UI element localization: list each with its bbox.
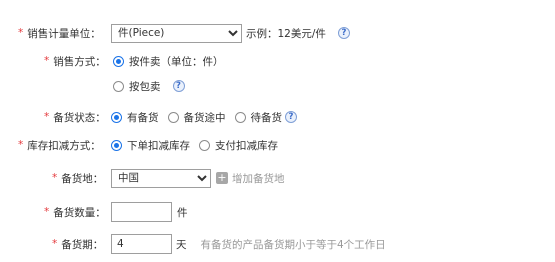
stock-quantity-label-wrap: * 备货数量：	[44, 201, 106, 223]
stock-period-controls: 天 有备货的产品备货期小于等于4个工作日	[111, 233, 386, 255]
stock-quantity-input[interactable]	[111, 202, 172, 222]
stock-status-label: 备货状态：	[53, 111, 106, 124]
inventory-deduction-option-order[interactable]: 下单扣减库存	[111, 138, 190, 153]
help-icon[interactable]: ?	[285, 111, 297, 123]
help-icon[interactable]: ?	[172, 80, 185, 92]
stock-location-select[interactable]: 中国	[111, 168, 211, 188]
stock-quantity-unit: 件	[177, 206, 188, 219]
stock-status-option-label: 备货途中	[183, 111, 226, 124]
radio-selected-icon[interactable]	[113, 55, 124, 67]
sales-unit-label: 销售计量单位：	[27, 27, 101, 40]
sales-method-label: 销售方式：	[53, 55, 106, 68]
radio-icon[interactable]	[234, 111, 246, 123]
sales-method-option-label: 按件卖（单位：件）	[129, 55, 224, 68]
required-marker: *	[44, 206, 50, 218]
add-stock-location-label: 增加备货地	[232, 172, 285, 185]
sales-unit-controls: 件(Piece) 示例：12美元/件 ?	[111, 22, 350, 44]
stock-location-label-wrap: * 备货地：	[52, 167, 103, 189]
stock-quantity-controls: 件	[111, 201, 188, 223]
inventory-deduction-label-wrap: * 库存扣减方式：	[18, 134, 101, 156]
radio-icon[interactable]	[167, 111, 179, 123]
stock-status-option-label: 有备货	[127, 111, 159, 124]
sales-method-option-label: 按包卖	[129, 80, 161, 93]
stock-quantity-label: 备货数量：	[53, 206, 106, 219]
stock-period-label: 备货期：	[61, 238, 104, 251]
stock-location-label: 备货地：	[61, 172, 104, 185]
radio-selected-icon[interactable]	[111, 139, 122, 151]
stock-status-option-pending[interactable]: 待备货	[234, 110, 283, 125]
inventory-deduction-option-label: 下单扣减库存	[127, 139, 190, 152]
stock-status-option-label: 待备货	[250, 111, 283, 124]
sales-method-label-wrap: * 销售方式：	[44, 50, 106, 72]
inventory-deduction-option-label: 支付扣减库存	[215, 139, 278, 152]
stock-location-controls: 中国 + 增加备货地	[111, 167, 285, 189]
stock-period-unit: 天	[176, 238, 187, 251]
stock-period-input[interactable]	[111, 234, 172, 254]
help-icon[interactable]: ?	[337, 27, 350, 39]
add-stock-location-button[interactable]: + 增加备货地	[216, 171, 285, 186]
required-marker: *	[44, 55, 50, 67]
inventory-deduction-label: 库存扣减方式：	[27, 139, 101, 152]
inventory-deduction-options: 下单扣减库存 支付扣减库存	[111, 134, 287, 156]
stock-status-options: 有备货 备货途中 待备货 ?	[111, 106, 297, 128]
stock-status-option-in-stock[interactable]: 有备货	[111, 110, 159, 125]
required-marker: *	[52, 172, 58, 184]
required-marker: *	[52, 238, 58, 250]
stock-period-hint: 有备货的产品备货期小于等于4个工作日	[200, 238, 386, 251]
required-marker: *	[44, 111, 50, 123]
radio-selected-icon[interactable]	[111, 111, 122, 123]
required-marker: *	[18, 139, 24, 151]
stock-period-label-wrap: * 备货期：	[52, 233, 103, 255]
stock-status-label-wrap: * 备货状态：	[44, 106, 106, 128]
radio-icon[interactable]	[199, 139, 210, 151]
sales-method-option-piece[interactable]: 按件卖（单位：件）	[113, 50, 233, 72]
sales-method-option-pack[interactable]: 按包卖 ?	[113, 75, 185, 97]
radio-icon[interactable]	[113, 80, 124, 92]
sales-unit-example: 示例：12美元/件	[246, 27, 326, 40]
stock-status-option-in-transit[interactable]: 备货途中	[167, 110, 226, 125]
sales-unit-select[interactable]: 件(Piece)	[111, 23, 242, 43]
inventory-deduction-option-payment[interactable]: 支付扣减库存	[199, 138, 278, 153]
add-icon: +	[216, 171, 228, 184]
required-marker: *	[18, 27, 24, 39]
sales-unit-label-wrap: * 销售计量单位：	[18, 22, 101, 44]
